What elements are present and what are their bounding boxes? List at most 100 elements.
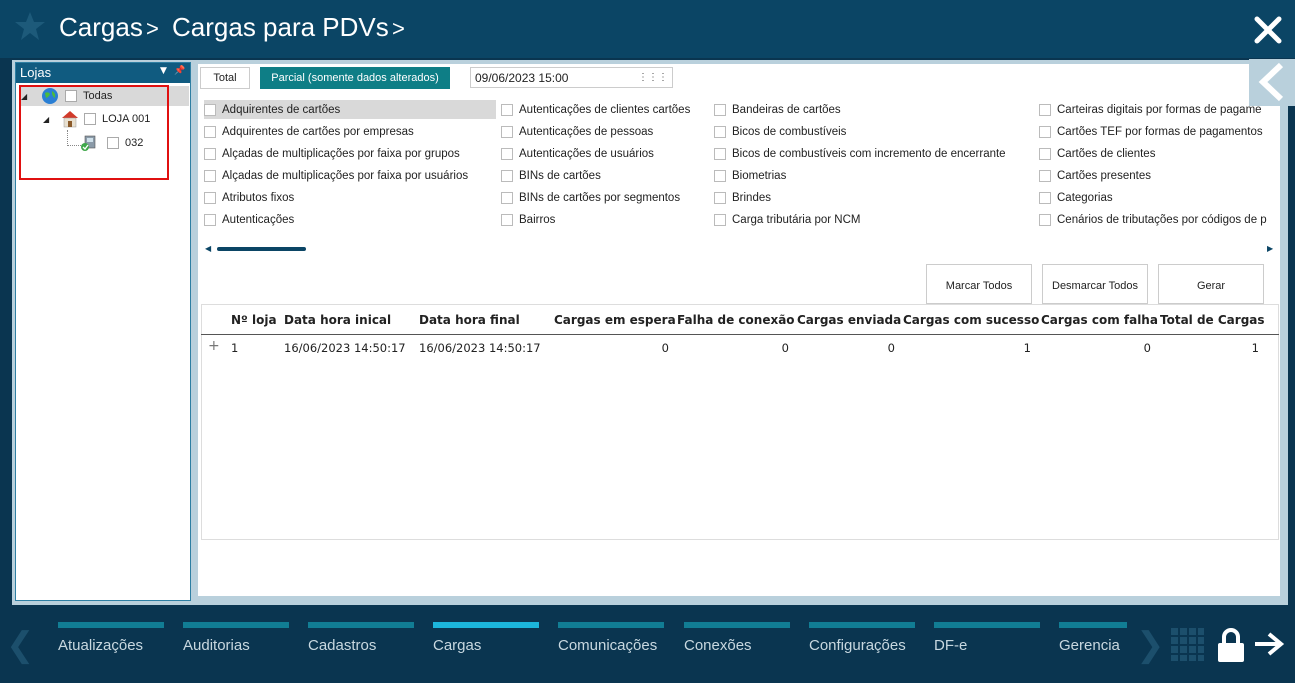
- logout-arrow-icon[interactable]: [1253, 631, 1285, 657]
- checklist-item[interactable]: Cartões TEF por formas de pagamentos: [1039, 122, 1263, 141]
- side-collapse-tab[interactable]: [1249, 59, 1295, 106]
- nav-item-configuracoes[interactable]: Configurações: [809, 622, 915, 654]
- grid-header[interactable]: Falha de conexão: [677, 313, 795, 327]
- checkbox[interactable]: [1039, 191, 1051, 204]
- lock-icon[interactable]: [1217, 628, 1245, 662]
- grid-header-divider: [201, 334, 1279, 335]
- grid-header[interactable]: Data hora inical: [284, 313, 391, 327]
- checklist-item[interactable]: Biometrias: [714, 166, 786, 185]
- checkbox[interactable]: [501, 191, 513, 204]
- parcial-mode-button[interactable]: Parcial (somente dados alterados): [260, 67, 450, 89]
- scrollbar-thumb[interactable]: [217, 247, 306, 251]
- checkbox[interactable]: [714, 103, 726, 116]
- grid-header[interactable]: Cargas enviada: [797, 313, 901, 327]
- calendar-grid-icon[interactable]: ⋮⋮⋮: [638, 72, 668, 83]
- breadcrumb-cargas[interactable]: Cargas: [59, 12, 143, 43]
- checklist-item[interactable]: Carga tributária por NCM: [714, 210, 860, 229]
- checklist-label: Alçadas de multiplicações por faixa por …: [222, 169, 469, 182]
- checklist-item[interactable]: Autenticações de usuários: [501, 144, 654, 163]
- horizontal-scrollbar[interactable]: [203, 243, 1276, 255]
- checkbox[interactable]: [714, 125, 726, 138]
- checkbox[interactable]: [204, 191, 216, 204]
- checklist-item[interactable]: Autenticações de clientes cartões: [501, 100, 690, 119]
- app-grid-icon[interactable]: [1171, 628, 1204, 661]
- checklist-item[interactable]: Cartões presentes: [1039, 166, 1151, 185]
- checklist-item[interactable]: Bicos de combustíveis: [714, 122, 846, 141]
- checkbox[interactable]: [1039, 169, 1051, 182]
- nav-item-conexoes[interactable]: Conexões: [684, 622, 790, 654]
- favorite-star-icon[interactable]: [14, 10, 46, 42]
- checklist-item[interactable]: Bairros: [501, 210, 555, 229]
- nav-item-dfe[interactable]: DF-e: [934, 622, 1040, 654]
- checkbox[interactable]: [501, 103, 513, 116]
- marcar-todos-button[interactable]: Marcar Todos: [926, 264, 1032, 304]
- checkbox[interactable]: [1039, 125, 1051, 138]
- checklist-item[interactable]: Autenticações: [204, 210, 294, 229]
- nav-label: Cargas: [433, 637, 482, 654]
- checklist-item[interactable]: Carteiras digitais por formas de pagame: [1039, 100, 1262, 119]
- checklist-item[interactable]: Cenários de tributações por códigos de p: [1039, 210, 1267, 229]
- scroll-right-icon[interactable]: ▶: [1267, 244, 1273, 253]
- pin-icon[interactable]: 📌: [174, 66, 185, 76]
- checklist-item[interactable]: Atributos fixos: [204, 188, 294, 207]
- checkbox[interactable]: [714, 213, 726, 226]
- nav-item-gerencia[interactable]: Gerencia: [1059, 622, 1127, 654]
- checkbox[interactable]: [1039, 213, 1051, 226]
- gerar-button[interactable]: Gerar: [1158, 264, 1264, 304]
- nav-item-auditorias[interactable]: Auditorias: [183, 622, 289, 654]
- checklist-label: Cartões de clientes: [1057, 147, 1156, 160]
- checkbox[interactable]: [714, 191, 726, 204]
- dropdown-icon[interactable]: ▼: [160, 66, 167, 76]
- checklist-label: Autenticações: [222, 213, 295, 226]
- checkbox[interactable]: [204, 169, 216, 182]
- checkbox[interactable]: [204, 125, 216, 138]
- grid-header[interactable]: Nº loja: [231, 313, 277, 327]
- grid-header[interactable]: Data hora final: [419, 313, 520, 327]
- nav-label: Comunicações: [558, 637, 658, 654]
- checklist-item[interactable]: BINs de cartões por segmentos: [501, 188, 680, 207]
- total-mode-button[interactable]: Total: [200, 67, 250, 89]
- grid-header[interactable]: Total de Cargas: [1160, 313, 1265, 327]
- nav-next-icon[interactable]: ❯: [1136, 625, 1165, 665]
- checklist-item[interactable]: Adquirentes de cartões: [204, 100, 496, 119]
- nav-item-cargas[interactable]: Cargas: [433, 622, 539, 654]
- checkbox[interactable]: [501, 169, 513, 182]
- checklist-item[interactable]: Bicos de combustíveis com incremento de …: [714, 144, 1006, 163]
- nav-item-comunicacoes[interactable]: Comunicações: [558, 622, 664, 654]
- checklist-item[interactable]: Brindes: [714, 188, 771, 207]
- nav-label: Conexões: [684, 637, 752, 654]
- nav-prev-icon[interactable]: ❮: [6, 625, 35, 665]
- grid-header[interactable]: Cargas com sucesso: [903, 313, 1039, 327]
- checkbox[interactable]: [714, 147, 726, 160]
- close-icon[interactable]: [1254, 16, 1282, 44]
- checklist-label: Cenários de tributações por códigos de p: [1057, 213, 1267, 226]
- nav-item-cadastros[interactable]: Cadastros: [308, 622, 414, 654]
- nav-item-atualizacoes[interactable]: Atualizações: [58, 622, 164, 654]
- checkbox[interactable]: [714, 169, 726, 182]
- checklist-item[interactable]: Bandeiras de cartões: [714, 100, 841, 119]
- grid-header[interactable]: Cargas em espera: [554, 313, 676, 327]
- checkbox[interactable]: [1039, 147, 1051, 160]
- expand-row-icon[interactable]: +: [208, 338, 220, 354]
- checklist-label: Bicos de combustíveis com incremento de …: [732, 147, 1006, 160]
- checklist-item[interactable]: Alçadas de multiplicações por faixa por …: [204, 166, 468, 185]
- checklist-label: Carteiras digitais por formas de pagame: [1057, 103, 1262, 116]
- chevron-left-icon[interactable]: [1249, 59, 1295, 106]
- checkbox[interactable]: [1039, 103, 1051, 116]
- scroll-left-icon[interactable]: ◀: [205, 244, 211, 253]
- checkbox[interactable]: [204, 147, 216, 160]
- desmarcar-todos-button[interactable]: Desmarcar Todos: [1042, 264, 1148, 304]
- checkbox[interactable]: [204, 103, 216, 116]
- checklist-item[interactable]: Adquirentes de cartões por empresas: [204, 122, 414, 141]
- checklist-item[interactable]: BINs de cartões: [501, 166, 601, 185]
- checklist-item[interactable]: Cartões de clientes: [1039, 144, 1155, 163]
- checkbox[interactable]: [501, 213, 513, 226]
- checkbox[interactable]: [501, 125, 513, 138]
- checklist-item[interactable]: Alçadas de multiplicações por faixa por …: [204, 144, 460, 163]
- grid-header[interactable]: Cargas com falha: [1041, 313, 1158, 327]
- checklist-item[interactable]: Autenticações de pessoas: [501, 122, 653, 141]
- checklist-item[interactable]: Categorias: [1039, 188, 1113, 207]
- date-time-input[interactable]: 09/06/2023 15:00 ⋮⋮⋮: [470, 67, 673, 88]
- checkbox[interactable]: [501, 147, 513, 160]
- checkbox[interactable]: [204, 213, 216, 226]
